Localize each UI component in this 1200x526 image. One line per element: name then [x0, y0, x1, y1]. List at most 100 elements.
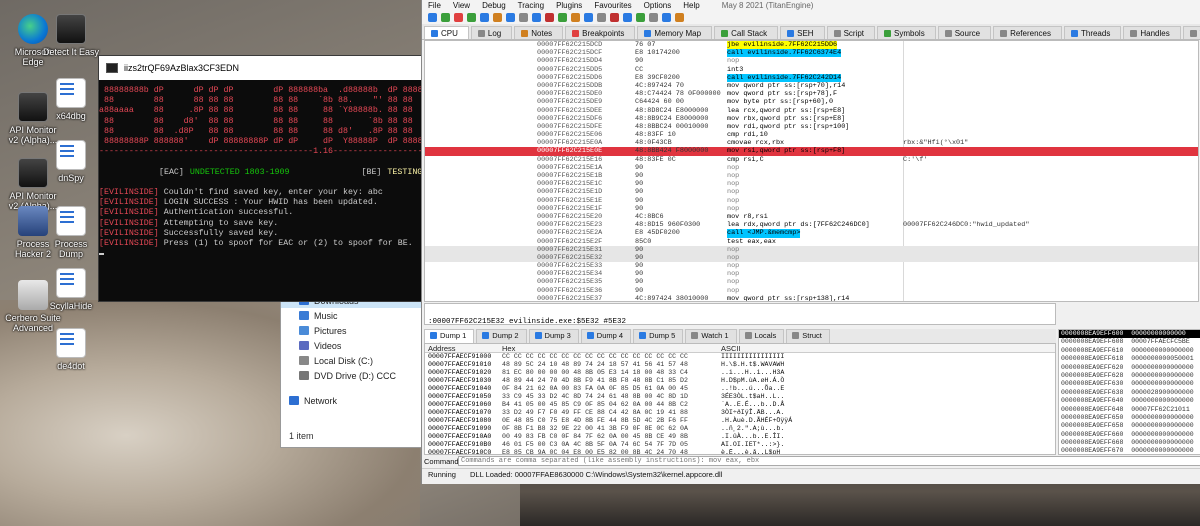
toolbar-button-icon[interactable]: [532, 13, 541, 22]
disassembly-row[interactable]: 00007FF62C215DD6 E8 39CF0200 call evilinsi…: [425, 73, 1198, 82]
toolbar-button-icon[interactable]: [675, 13, 684, 22]
menu-item[interactable]: File: [428, 1, 441, 10]
dump-row[interactable]: 00007FFAECF91070 33 D2 49 F7 F0 49 FF CE …: [425, 409, 1055, 417]
toolbar-button-icon[interactable]: [493, 13, 502, 22]
toolbar-button-icon[interactable]: [558, 13, 567, 22]
disassembly-row[interactable]: 00007FF62C215E06 48:83FF 10 cmp rdi,10: [425, 131, 1198, 139]
disassembly-row[interactable]: 00007FF62C215DD4 90 nop: [425, 57, 1198, 65]
desktop-icon[interactable]: ScyllaHide: [42, 268, 100, 311]
desktop-icon[interactable]: Process Dump: [42, 206, 100, 259]
dump-tab[interactable]: Struct: [786, 329, 830, 343]
disassembly-row[interactable]: 00007FF62C215DCD 76 07 jbe evilinside.7FF6…: [425, 41, 1198, 50]
dump-row[interactable]: 00007FFAECF91020 81 EC 80 00 00 00 48 8B …: [425, 369, 1055, 377]
disassembly-row[interactable]: 00007FF62C215E35 90 nop: [425, 278, 1198, 286]
disassembly-row[interactable]: 00007FF62C215E0E 48:8BB424 F8000000 mov rs…: [425, 147, 1198, 156]
disassembly-row[interactable]: 00007FF62C215E1A 90 nop: [425, 164, 1198, 172]
disassembly-row[interactable]: 00007FF62C215DEE 48:8D8C24 E8000000 lea rc…: [425, 107, 1198, 115]
command-input[interactable]: [458, 456, 1200, 466]
stack-row[interactable]: 0000008EA9EFF650 0000000000000000: [1059, 414, 1200, 422]
memory-dump[interactable]: Address Hex ASCII 00007FFAECF91000 CC CC …: [424, 343, 1056, 455]
disassembly-row[interactable]: 00007FF62C215E34 90 nop: [425, 270, 1198, 278]
tab-log[interactable]: Log: [470, 26, 513, 39]
dump-tab[interactable]: Dump 4: [580, 329, 632, 343]
dump-row[interactable]: 00007FFAECF91040 0F 84 21 62 0A 00 83 FA …: [425, 385, 1055, 393]
tab-breakpoints[interactable]: Breakpoints: [565, 26, 636, 39]
disassembly-row[interactable]: 00007FF62C215E1D 90 nop: [425, 188, 1198, 196]
toolbar-button-icon[interactable]: [584, 13, 593, 22]
disassembly-row[interactable]: 00007FF62C215DCF E8 10174200 call evilinsi…: [425, 49, 1198, 58]
tab-threads[interactable]: Threads: [1063, 26, 1122, 39]
stack-row[interactable]: 0000008EA9EFF668 0000000000000000: [1059, 439, 1200, 447]
disassembly-row[interactable]: 00007FF62C215DE0 48:C74424 78 0F000000 mov…: [425, 90, 1198, 98]
dump-row[interactable]: 00007FFAECF91030 48 89 44 24 70 4D 8B F9 …: [425, 377, 1055, 385]
tab-handles[interactable]: Handles: [1123, 26, 1181, 39]
stack-row[interactable]: 0000008EA9EFF630 0000000000000000: [1059, 380, 1200, 388]
tab-cpu[interactable]: CPU: [424, 26, 469, 39]
disassembly-row[interactable]: 00007FF62C215E1B 90 nop: [425, 172, 1198, 180]
dump-row[interactable]: 00007FFAECF91060 B4 41 05 00 45 85 C9 0F …: [425, 401, 1055, 409]
dump-row[interactable]: 00007FFAECF910A0 00 49 83 FB C0 0F 84 7F …: [425, 433, 1055, 441]
toolbar-button-icon[interactable]: [623, 13, 632, 22]
toolbar-button-icon[interactable]: [506, 13, 515, 22]
stack-row[interactable]: 0000008EA9EFF628 0000000000000000: [1059, 372, 1200, 380]
disassembly-row[interactable]: 00007FF62C215E20 4C:8BC6 mov r8,rsi: [425, 213, 1198, 221]
disassembly-row[interactable]: 00007FF62C215E2A E8 45DF0200 call <JMP.&me…: [425, 229, 1198, 238]
stack-row[interactable]: 0000008EA9EFF618 0000000000050001: [1059, 355, 1200, 363]
disassembly-row[interactable]: 00007FF62C215E31 90 nop: [425, 245, 1198, 254]
toolbar-button-icon[interactable]: [545, 13, 554, 22]
tab-symbols[interactable]: Symbols: [877, 26, 936, 39]
tab-script[interactable]: Script: [826, 26, 876, 39]
disassembly-row[interactable]: 00007FF62C215E33 90 nop: [425, 262, 1198, 270]
stack-row[interactable]: 0000008EA9EFF610 0000000000000000: [1059, 347, 1200, 355]
disassembly-row[interactable]: 00007FF62C215DD5 CC int3: [425, 66, 1198, 74]
toolbar-button-icon[interactable]: [597, 13, 606, 22]
disassembly-row[interactable]: 00007FF62C215E2F 85C0 test eax,eax: [425, 238, 1198, 246]
stack-row[interactable]: 0000008EA9EFF648 00007FF62C21011: [1059, 406, 1200, 414]
toolbar-button-icon[interactable]: [662, 13, 671, 22]
dump-row[interactable]: 00007FFAECF91000 CC CC CC CC CC CC CC CC …: [425, 353, 1055, 361]
tab-notes[interactable]: Notes: [514, 26, 564, 39]
toolbar-button-icon[interactable]: [649, 13, 658, 22]
dump-row[interactable]: 00007FFAECF91090 0F 8B F1 B8 32 9E 22 00 …: [425, 425, 1055, 433]
toolbar-button-icon[interactable]: [480, 13, 489, 22]
disassembly-row[interactable]: 00007FF62C215DF6 48:8B9C24 E8000000 mov rb…: [425, 115, 1198, 123]
disassembly-row[interactable]: 00007FF62C215E32 90 nop: [425, 253, 1198, 263]
cpu-disassembly[interactable]: 00007FF62C215DCD 76 07 jbe evilinside.7FF6…: [424, 40, 1199, 302]
dump-tab[interactable]: Dump 1: [424, 329, 475, 343]
disassembly-row[interactable]: 00007FF62C215DFE 48:8BBC24 00010000 mov rd…: [425, 123, 1198, 131]
disassembly-row[interactable]: 00007FF62C215E1E 90 nop: [425, 197, 1198, 205]
tab-trace[interactable]: Trace: [1182, 26, 1200, 39]
dump-row[interactable]: 00007FFAECF910B0 46 01 F5 00 C3 0A 4C 8B …: [425, 441, 1055, 449]
menu-item[interactable]: Help: [683, 1, 699, 10]
tab-seh[interactable]: SEH: [780, 26, 825, 39]
disassembly-row[interactable]: 00007FF62C215E16 48:83FE 0C cmp rsi,C C:'\f…: [425, 156, 1198, 164]
stack-view[interactable]: 0000008EA9EFF600 00000000000000 0000008EA…: [1058, 329, 1200, 455]
disassembly-row[interactable]: 00007FF62C215E1F 90 nop: [425, 205, 1198, 213]
disassembly-row[interactable]: 00007FF62C215E23 48:8D15 960F0300 lea rdx,…: [425, 221, 1198, 229]
menu-item[interactable]: Options: [644, 1, 672, 10]
dump-row[interactable]: 00007FFAECF91080 0E 48 85 C0 75 E8 4D 8B …: [425, 417, 1055, 425]
disassembly-row[interactable]: 00007FF62C215E1C 90 nop: [425, 180, 1198, 188]
dump-tab[interactable]: Dump 3: [528, 329, 579, 343]
dump-row[interactable]: 00007FFAECF91050 33 C9 45 33 D2 4C 8D 74 …: [425, 393, 1055, 401]
stack-row[interactable]: 0000008EA9EFF638 0000028900000000: [1059, 389, 1200, 397]
menu-item[interactable]: Debug: [482, 1, 506, 10]
dump-tab[interactable]: Locals: [738, 329, 785, 343]
menu-item[interactable]: Tracing: [518, 1, 544, 10]
dump-tab[interactable]: Dump 2: [476, 329, 527, 343]
toolbar-button-icon[interactable]: [441, 13, 450, 22]
disassembly-row[interactable]: 00007FF62C215DDB 4C:897424 70 mov qword pt…: [425, 82, 1198, 90]
stack-row[interactable]: 0000008EA9EFF620 0000000000000000: [1059, 364, 1200, 372]
menu-item[interactable]: View: [453, 1, 470, 10]
disassembly-row[interactable]: 00007FF62C215E36 90 nop: [425, 287, 1198, 295]
desktop-icon[interactable]: Detect It Easy: [42, 14, 100, 57]
stack-row[interactable]: 0000008EA9EFF660 0000000000000000: [1059, 431, 1200, 439]
tab-references[interactable]: References: [993, 26, 1062, 39]
desktop-icon[interactable]: de4dot: [42, 328, 100, 371]
toolbar-button-icon[interactable]: [467, 13, 476, 22]
toolbar-button-icon[interactable]: [519, 13, 528, 22]
disassembly-row[interactable]: 00007FF62C215E37 4C:897424 38010000 mov qw…: [425, 295, 1198, 301]
tab-memory-map[interactable]: Memory Map: [637, 26, 713, 39]
toolbar-button-icon[interactable]: [428, 13, 437, 22]
dump-row[interactable]: 00007FFAECF91010 48 89 5C 24 10 48 89 74 …: [425, 361, 1055, 369]
